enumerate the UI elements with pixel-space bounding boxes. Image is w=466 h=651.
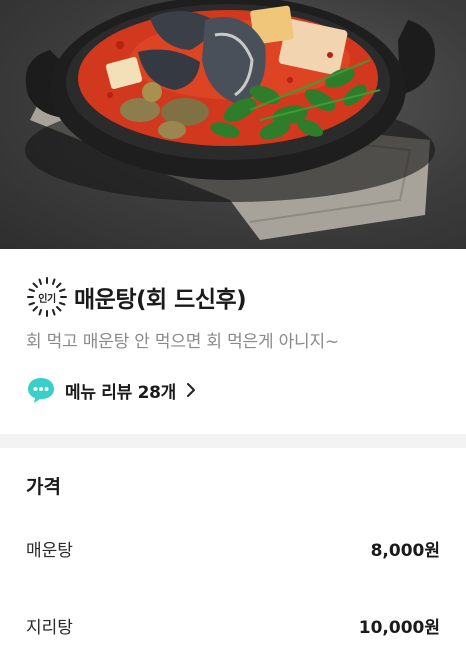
maeuntang-photo-illustration	[25, 0, 435, 240]
speech-bubble-icon	[28, 378, 54, 403]
title-row: 인기 매운탕(회 드신후)	[26, 275, 247, 319]
price-row: 매운탕 8,000원	[26, 534, 440, 562]
price-section: 가격 매운탕 8,000원 지리탕 10,000원	[0, 448, 466, 651]
price-row: 지리탕 10,000원	[26, 611, 440, 639]
menu-title: 매운탕(회 드신후)	[74, 287, 247, 313]
price-item-name: 지리탕	[26, 617, 73, 638]
review-count-label: 메뉴 리뷰 28개	[65, 382, 176, 403]
shellfish-3	[158, 121, 186, 139]
badge-label: 인기	[38, 293, 56, 305]
price-heading: 가격	[26, 476, 61, 498]
menu-photo	[0, 0, 466, 249]
shellfish-4	[142, 82, 162, 102]
popular-badge: 인기	[26, 276, 68, 318]
price-item-name: 매운탕	[26, 540, 73, 561]
menu-review-link[interactable]: 메뉴 리뷰 28개	[26, 375, 196, 405]
section-divider	[0, 434, 466, 448]
chevron-right-icon	[187, 383, 195, 397]
price-item-value: 8,000원	[370, 540, 440, 561]
menu-header: 인기 매운탕(회 드신후) 회 먹고 매운탕 안 먹으면 회 먹은게 아니지~ …	[0, 249, 466, 434]
menu-description: 회 먹고 매운탕 안 먹으면 회 먹은게 아니지~	[26, 332, 339, 352]
price-item-value: 10,000원	[358, 617, 440, 638]
